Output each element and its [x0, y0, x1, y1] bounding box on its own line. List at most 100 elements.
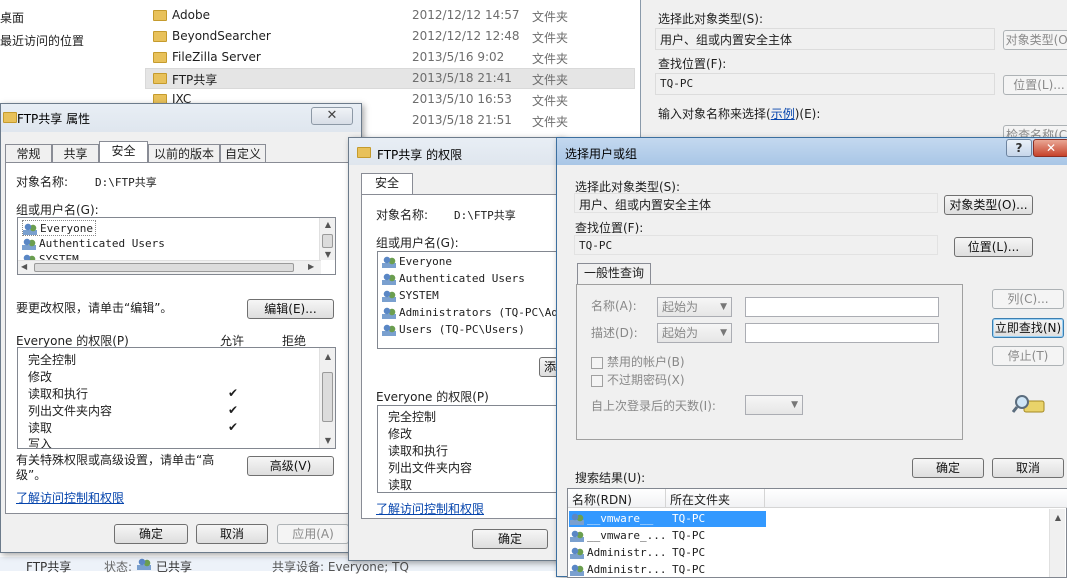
columns-button[interactable]: 列(C)...	[992, 289, 1064, 309]
list-item[interactable]: Administrators (TQ-PC\Admi	[382, 305, 571, 321]
ok-button[interactable]: 确定	[472, 529, 548, 549]
bg-object-type-value: 用户、组或内置安全主体	[655, 28, 995, 50]
scroll-up-arrow[interactable]: ▲	[320, 218, 335, 232]
allow-check-icon: ✔	[228, 403, 239, 417]
permissions-title: FTP共享 的权限	[377, 148, 463, 162]
list-item[interactable]: Users (TQ-PC\Users)	[382, 322, 525, 338]
checkbox-box	[591, 374, 603, 387]
name-match-combo[interactable]: 起始为 ▼	[657, 297, 732, 317]
tab-general-query[interactable]: 一般性查询	[577, 263, 651, 285]
bg-object-type-button[interactable]: 对象类型(O)	[1003, 30, 1067, 50]
scroll-down-arrow[interactable]: ▼	[320, 434, 335, 448]
tab-security[interactable]: 安全	[361, 173, 413, 195]
file-row-selected[interactable]: FTP共享 2013/5/18 21:41 文件夹	[145, 68, 635, 89]
list-item[interactable]: Everyone	[22, 220, 96, 236]
tab-sharing[interactable]: 共享	[52, 144, 99, 164]
permission-name: 写入	[28, 437, 53, 449]
ok-button[interactable]: 确定	[912, 458, 984, 478]
description-input[interactable]	[745, 323, 939, 343]
permission-name: 完全控制	[388, 410, 437, 424]
user-icon	[382, 324, 396, 336]
user-name: Everyone	[40, 222, 93, 235]
vertical-scrollbar[interactable]: ▲ ▼	[319, 348, 335, 448]
tab-previous-versions[interactable]: 以前的版本	[148, 144, 220, 164]
help-button[interactable]: ?	[1006, 139, 1032, 157]
select-titlebar: 选择用户或组 ? ✕	[557, 138, 1067, 165]
file-row[interactable]: FileZilla Server 2013/5/16 9:02 文件夹	[145, 48, 635, 68]
file-type: 文件夹	[532, 52, 569, 66]
apply-button[interactable]: 应用(A)	[277, 524, 349, 544]
file-type: 文件夹	[532, 73, 569, 87]
file-date: 2012/12/12 14:57	[412, 8, 520, 22]
ok-button[interactable]: 确定	[114, 524, 188, 544]
disabled-accounts-checkbox[interactable]: 禁用的帐户(B)	[591, 353, 685, 370]
scroll-up-arrow[interactable]: ▲	[1050, 511, 1066, 525]
learn-access-control-link[interactable]: 了解访问控制和权限	[376, 500, 484, 517]
file-row[interactable]: Adobe 2012/12/12 14:57 文件夹	[145, 6, 635, 26]
list-item[interactable]: Authenticated Users	[382, 271, 525, 287]
checkbox-label: 禁用的帐户(B)	[607, 355, 685, 369]
tab-customize[interactable]: 自定义	[220, 144, 266, 164]
days-since-logon-label: 自上次登录后的天数(I):	[591, 399, 716, 413]
vertical-scrollbar[interactable]: ▲ ▼	[319, 218, 335, 260]
folder-icon	[153, 10, 167, 21]
scroll-down-arrow[interactable]: ▼	[320, 248, 335, 262]
bg-examples-link[interactable]: 示例	[771, 107, 795, 121]
advanced-button[interactable]: 高级(V)	[247, 456, 334, 476]
horizontal-scrollbar[interactable]: ◀ ▶	[18, 260, 321, 274]
list-item[interactable]: SYSTEM	[382, 288, 439, 304]
cancel-button[interactable]: 取消	[196, 524, 268, 544]
hscroll-thumb[interactable]	[34, 263, 294, 272]
edit-button[interactable]: 编辑(E)...	[247, 299, 334, 319]
table-row[interactable]: Administr... TQ-PC	[569, 562, 766, 578]
permission-name: 读取和执行	[388, 444, 449, 458]
non-expiring-password-checkbox[interactable]: 不过期密码(X)	[591, 371, 685, 388]
user-icon	[382, 307, 396, 319]
user-listbox[interactable]: Everyone Authenticated Users SYSTEM Admi…	[377, 251, 572, 349]
list-item[interactable]: Authenticated Users	[22, 236, 165, 252]
column-header-name[interactable]: 名称(RDN)	[572, 491, 632, 508]
nav-item-recent[interactable]: 最近访问的位置	[0, 32, 84, 49]
locations-button[interactable]: 位置(L)...	[954, 237, 1033, 257]
find-now-button[interactable]: 立即查找(N)	[992, 318, 1064, 338]
scroll-up-arrow[interactable]: ▲	[320, 350, 335, 364]
properties-titlebar: FTP共享 属性 ✕	[1, 104, 361, 132]
user-listbox[interactable]: Everyone Authenticated Users SYSTEM ▲ ▼ …	[17, 217, 336, 275]
list-item[interactable]: Everyone	[382, 254, 452, 270]
column-header-folder[interactable]: 所在文件夹	[670, 491, 730, 508]
explorer-nav-pane: 桌面 最近访问的位置	[0, 0, 135, 110]
file-row[interactable]: BeyondSearcher 2012/12/12 12:48 文件夹	[145, 27, 635, 47]
permission-name: 读取	[28, 421, 53, 435]
table-row[interactable]: __vmware__ TQ-PC	[569, 511, 766, 527]
description-label: 描述(D):	[591, 326, 638, 340]
scroll-right-arrow[interactable]: ▶	[308, 262, 314, 271]
table-row[interactable]: __vmware_... TQ-PC	[569, 528, 766, 544]
scroll-left-arrow[interactable]: ◀	[21, 262, 27, 271]
cancel-button[interactable]: 取消	[992, 458, 1064, 478]
description-match-combo[interactable]: 起始为 ▼	[657, 323, 732, 343]
name-input[interactable]	[745, 297, 939, 317]
table-row[interactable]: Administr... TQ-PC	[569, 545, 766, 561]
file-type: 文件夹	[532, 115, 569, 129]
object-name-label: 对象名称:	[376, 208, 429, 222]
close-button[interactable]: ✕	[311, 107, 353, 125]
permission-row: 读取	[28, 420, 52, 436]
search-results-list[interactable]: 名称(RDN) 所在文件夹 __vmware__ TQ-PC __vmware_…	[567, 488, 1067, 578]
permissions-listbox[interactable]: 完全控制 修改 读取和执行 列出文件夹内容 读取 写入 ✔ ✔ ✔ ▲ ▼	[17, 347, 336, 449]
vertical-scrollbar[interactable]: ▲	[1049, 509, 1065, 577]
bg-location-button[interactable]: 位置(L)...	[1003, 75, 1067, 95]
scroll-thumb[interactable]	[322, 372, 333, 422]
learn-access-control-link[interactable]: 了解访问控制和权限	[16, 489, 124, 506]
stop-button[interactable]: 停止(T)	[992, 346, 1064, 366]
object-types-button[interactable]: 对象类型(O)...	[944, 195, 1033, 215]
nav-item-desktop[interactable]: 桌面	[0, 9, 24, 26]
tab-general[interactable]: 常规	[5, 144, 52, 164]
tab-security[interactable]: 安全	[99, 141, 148, 163]
permissions-listbox[interactable]: 完全控制 修改 读取和执行 列出文件夹内容 读取	[377, 405, 572, 493]
user-icon	[570, 513, 584, 525]
general-query-panel: 名称(A): 起始为 ▼ 描述(D): 起始为 ▼ 禁用的帐户(B) 不过期密码…	[576, 284, 963, 440]
scroll-thumb[interactable]	[322, 234, 333, 248]
user-icon	[23, 223, 37, 235]
close-button[interactable]: ✕	[1033, 139, 1067, 157]
days-since-logon-combo[interactable]: ▼	[745, 395, 803, 415]
